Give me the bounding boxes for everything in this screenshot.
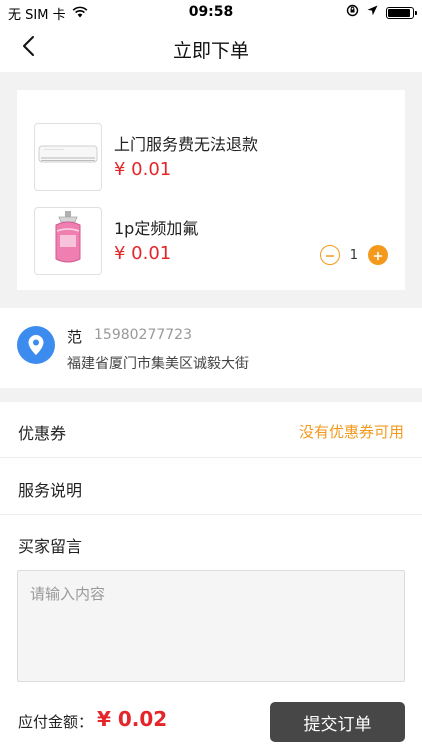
nav-bar: 立即下单 — [0, 24, 422, 72]
coupon-value: 没有优惠券可用 — [298, 423, 404, 441]
product-item: 1p定频加氟 ¥ 0.01 1 — [34, 207, 388, 275]
status-bar: 无 SIM 卡 09:58 — [0, 0, 422, 24]
address-detail: 福建省厦门市集美区诚毅大街 — [67, 356, 249, 372]
product-image — [34, 123, 102, 191]
location-pin-icon — [17, 326, 55, 364]
buyer-message-input[interactable] — [17, 570, 405, 682]
location-arrow-icon — [367, 5, 378, 20]
total-label: 应付金额： — [18, 713, 94, 731]
product-name: 1p定频加氟 — [114, 219, 199, 238]
increase-quantity-button[interactable] — [368, 245, 388, 265]
coupon-label: 优惠券 — [18, 424, 67, 443]
quantity-value: 1 — [349, 247, 358, 263]
battery-icon — [386, 6, 417, 19]
product-item: 上门服务费无法退款 ¥ 0.01 — [34, 123, 388, 191]
submit-order-button[interactable]: 提交订单 — [270, 702, 405, 742]
recipient-name: 范 — [67, 328, 83, 346]
recipient-phone: 15980277723 — [94, 327, 192, 343]
order-options: 优惠券 没有优惠券可用 服务说明 买家留言 — [0, 402, 422, 750]
service-description-row[interactable]: 服务说明 — [0, 459, 422, 515]
product-list: 上门服务费无法退款 ¥ 0.01 1p定频加氟 ¥ 0.01 1 — [17, 90, 405, 290]
product-name: 上门服务费无法退款 — [114, 135, 259, 154]
air-conditioner-icon — [38, 144, 98, 170]
buyer-message-label: 买家留言 — [18, 537, 83, 556]
page-title: 立即下单 — [172, 40, 249, 62]
product-price: ¥ 0.01 — [114, 243, 172, 264]
status-right — [346, 4, 417, 21]
coupon-row[interactable]: 优惠券 没有优惠券可用 — [0, 402, 422, 458]
minus-icon — [325, 246, 335, 265]
product-image — [34, 207, 102, 275]
product-price: ¥ 0.01 — [114, 159, 172, 180]
plus-icon — [373, 246, 383, 265]
total-amount: ¥ 0.02 — [97, 707, 168, 731]
refrigerant-tank-icon — [48, 209, 88, 273]
decrease-quantity-button[interactable] — [319, 245, 340, 265]
service-description-label: 服务说明 — [18, 481, 83, 500]
orientation-lock-icon — [346, 4, 359, 21]
quantity-stepper: 1 — [319, 245, 388, 265]
address-card[interactable]: 范 15980277723 福建省厦门市集美区诚毅大街 — [0, 308, 422, 388]
